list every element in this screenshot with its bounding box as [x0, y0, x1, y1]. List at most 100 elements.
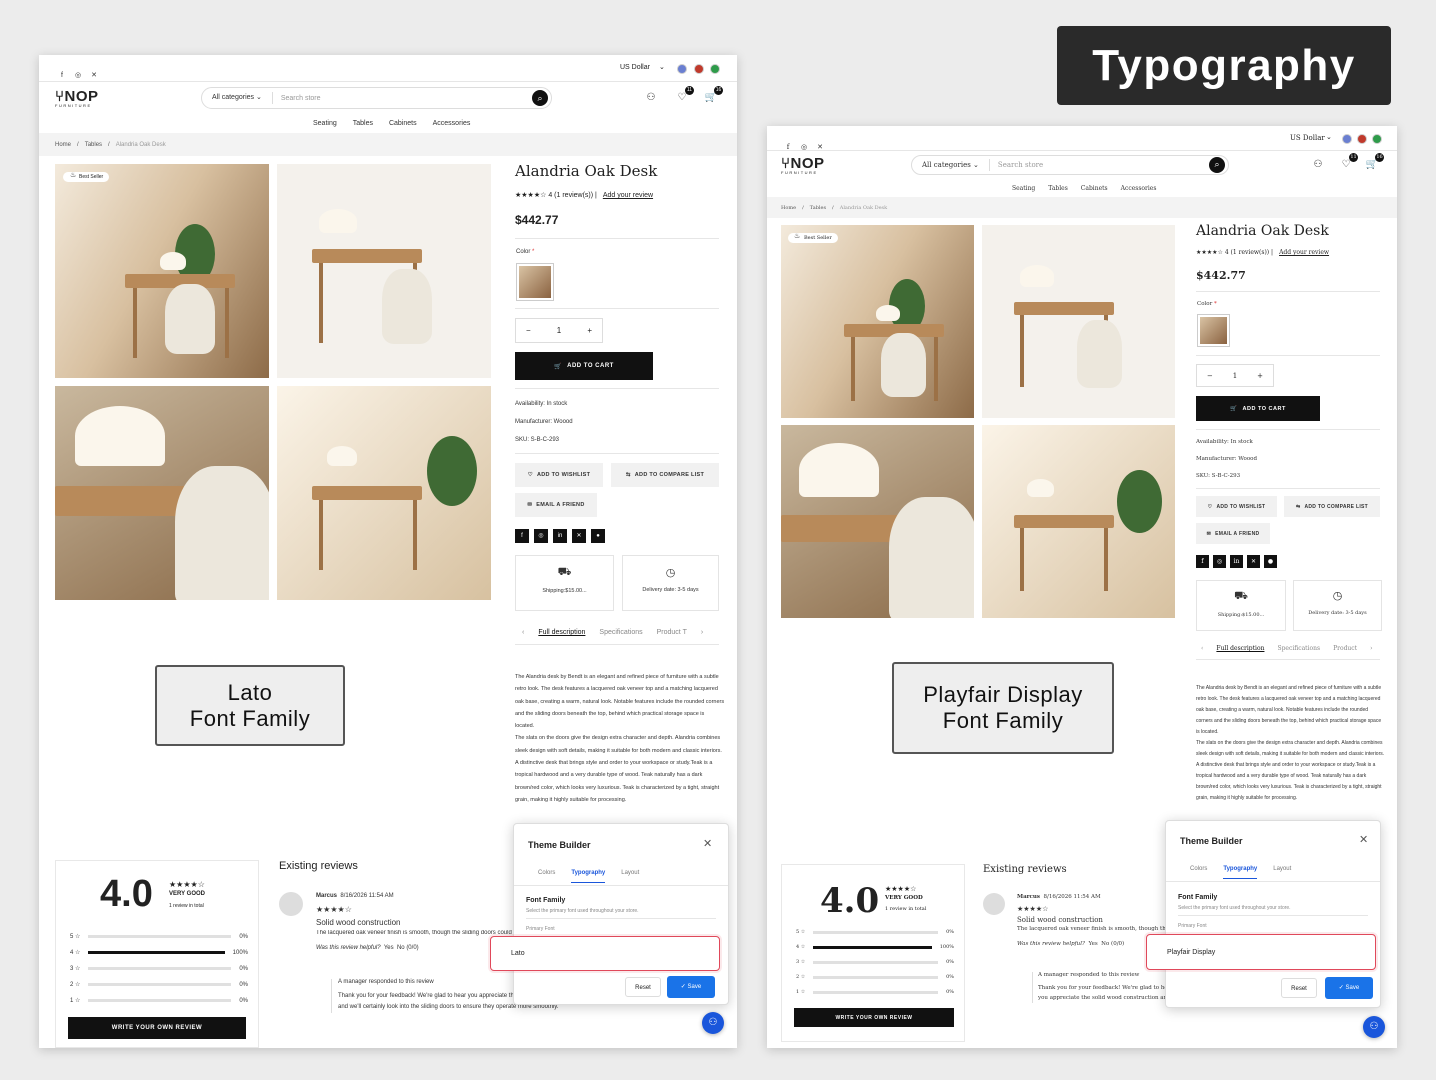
menu-item-accessories[interactable]: Accessories — [1121, 185, 1157, 192]
flag-br-icon[interactable] — [1372, 134, 1382, 144]
menu-item-cabinets[interactable]: Cabinets — [389, 120, 417, 127]
primary-font-select[interactable]: Playfair Display — [1146, 934, 1376, 970]
flag-br-icon[interactable] — [710, 64, 720, 74]
tab-layout[interactable]: Layout — [1273, 866, 1291, 879]
wishlist-icon[interactable]: ♡ 11 — [1338, 153, 1358, 173]
search-icon[interactable]: ⌕ — [1209, 157, 1225, 173]
category-select[interactable]: All categories ⌄ — [202, 92, 273, 104]
tab-specifications[interactable]: Specifications — [599, 629, 642, 636]
tabs-next-icon[interactable]: › — [1370, 645, 1372, 652]
add-to-compare-button[interactable]: ⇆ ADD TO COMPARE LIST — [1284, 496, 1380, 517]
quantity-input[interactable]: 1 — [557, 326, 561, 335]
cart-icon[interactable]: 🛒 16 — [1364, 153, 1384, 173]
menu-item-accessories[interactable]: Accessories — [433, 120, 471, 127]
linkedin-icon[interactable]: in — [553, 529, 567, 543]
helpful-no[interactable]: No — [1101, 941, 1109, 947]
tabs-prev-icon[interactable]: ‹ — [1201, 645, 1203, 652]
breadcrumb-home[interactable]: Home — [55, 142, 71, 148]
theme-builder-toggle-icon[interactable]: ⚇ — [702, 1012, 724, 1034]
tab-colors[interactable]: Colors — [1190, 866, 1207, 879]
product-image-1[interactable] — [781, 225, 974, 418]
close-icon[interactable]: ✕ — [1359, 833, 1368, 846]
plus-button[interactable]: + — [587, 326, 592, 335]
cart-icon[interactable]: 🛒 16 — [703, 86, 723, 106]
add-review-link[interactable]: Add your review — [603, 192, 653, 199]
tab-product-tags[interactable]: Product — [1333, 645, 1357, 652]
add-to-compare-button[interactable]: ⇆ ADD TO COMPARE LIST — [611, 463, 719, 487]
product-image-3[interactable] — [55, 386, 269, 600]
search-icon[interactable]: ⌕ — [532, 90, 548, 106]
helpful-yes[interactable]: Yes — [384, 945, 394, 951]
store-logo[interactable]: ⑂NOP FURNITURE — [781, 155, 825, 175]
whatsapp-icon[interactable]: ◎ — [534, 529, 548, 543]
instagram-icon[interactable]: ◎ — [73, 71, 83, 81]
breadcrumb-home[interactable]: Home — [781, 205, 796, 211]
primary-font-select[interactable]: Lato — [490, 936, 720, 971]
tabs-prev-icon[interactable]: ‹ — [522, 629, 524, 636]
currency-select[interactable]: US Dollar — [1290, 134, 1325, 142]
theme-builder-toggle-icon[interactable]: ⚇ — [1363, 1016, 1385, 1038]
product-image-4[interactable] — [277, 386, 491, 600]
menu-item-seating[interactable]: Seating — [1012, 185, 1035, 192]
facebook-icon[interactable]: f — [1196, 555, 1209, 568]
reset-button[interactable]: Reset — [1281, 978, 1317, 998]
facebook-icon[interactable]: f — [57, 71, 67, 81]
tab-typography[interactable]: Typography — [571, 870, 606, 883]
color-swatch[interactable] — [516, 263, 554, 301]
minus-button[interactable]: − — [1207, 372, 1213, 380]
menu-item-seating[interactable]: Seating — [313, 120, 337, 127]
save-button[interactable]: ✓ Save — [1325, 977, 1373, 999]
tab-layout[interactable]: Layout — [621, 870, 639, 883]
plus-button[interactable]: + — [1257, 372, 1263, 380]
add-to-wishlist-button[interactable]: ♡ ADD TO WISHLIST — [1196, 496, 1277, 517]
quantity-input[interactable]: 1 — [1233, 372, 1237, 380]
breadcrumb-tables[interactable]: Tables — [810, 205, 826, 211]
email-friend-button[interactable]: ✉ EMAIL A FRIEND — [1196, 523, 1270, 544]
account-icon[interactable]: ⚇ — [643, 90, 659, 106]
add-to-cart-button[interactable]: 🛒 ADD TO CART — [515, 352, 653, 380]
tab-product-tags[interactable]: Product T — [657, 629, 687, 636]
write-review-button[interactable]: WRITE YOUR OWN REVIEW — [68, 1017, 246, 1039]
x-icon[interactable]: ✕ — [1247, 555, 1260, 568]
tab-specifications[interactable]: Specifications — [1277, 645, 1320, 652]
email-friend-button[interactable]: ✉ EMAIL A FRIEND — [515, 493, 597, 517]
x-icon[interactable]: ✕ — [89, 71, 99, 81]
reddit-icon[interactable]: ● — [591, 529, 605, 543]
minus-button[interactable]: − — [526, 326, 531, 335]
color-swatch[interactable] — [1197, 314, 1230, 347]
product-image-2[interactable] — [277, 164, 491, 378]
add-to-wishlist-button[interactable]: ♡ ADD TO WISHLIST — [515, 463, 603, 487]
breadcrumb-tables[interactable]: Tables — [85, 142, 102, 148]
search-input[interactable]: Search store — [273, 95, 532, 102]
tab-full-description[interactable]: Full description — [1216, 645, 1264, 652]
helpful-yes[interactable]: Yes — [1088, 941, 1097, 947]
helpful-no[interactable]: No — [397, 945, 405, 951]
store-logo[interactable]: ⑂NOP FURNITURE — [55, 88, 99, 108]
product-image-3[interactable] — [781, 425, 974, 618]
menu-item-cabinets[interactable]: Cabinets — [1081, 185, 1108, 192]
tab-full-description[interactable]: Full description — [538, 629, 585, 636]
tab-typography[interactable]: Typography — [1223, 866, 1258, 879]
flag-us-icon[interactable] — [1342, 134, 1352, 144]
account-icon[interactable]: ⚇ — [1310, 157, 1326, 173]
close-icon[interactable]: ✕ — [703, 837, 712, 850]
linkedin-icon[interactable]: in — [1230, 555, 1243, 568]
add-review-link[interactable]: Add your review — [1279, 249, 1329, 256]
reddit-icon[interactable]: ● — [1264, 555, 1277, 568]
write-review-button[interactable]: WRITE YOUR OWN REVIEW — [794, 1008, 954, 1027]
tab-colors[interactable]: Colors — [538, 870, 555, 883]
menu-item-tables[interactable]: Tables — [1048, 185, 1068, 192]
add-to-cart-button[interactable]: 🛒 ADD TO CART — [1196, 396, 1320, 421]
whatsapp-icon[interactable]: ◎ — [1213, 555, 1226, 568]
tabs-next-icon[interactable]: › — [701, 629, 703, 636]
flag-us-icon[interactable] — [677, 64, 687, 74]
search-input[interactable]: Search store — [990, 161, 1209, 169]
facebook-icon[interactable]: f — [515, 529, 529, 543]
flag-de-icon[interactable] — [1357, 134, 1367, 144]
category-select[interactable]: All categories ⌄ — [912, 159, 990, 171]
product-image-4[interactable] — [982, 425, 1175, 618]
menu-item-tables[interactable]: Tables — [353, 120, 373, 127]
save-button[interactable]: ✓ Save — [667, 976, 715, 998]
currency-select[interactable]: US Dollar — [620, 64, 650, 71]
product-image-1[interactable] — [55, 164, 269, 378]
